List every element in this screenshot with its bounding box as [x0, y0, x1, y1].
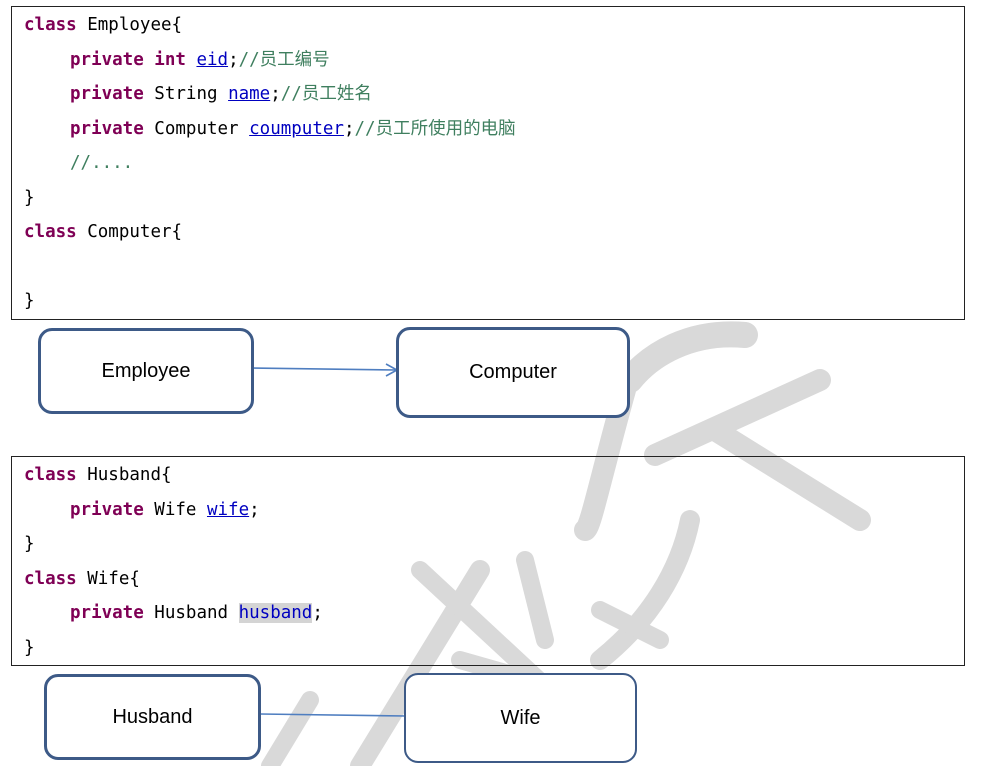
field-husband: husband	[238, 603, 313, 623]
code-line: private Husband husband;	[70, 603, 323, 623]
code-line: class Wife{	[24, 569, 140, 589]
code-block-husband-wife: class Husband{ private Wife wife; } clas…	[11, 456, 965, 666]
code-line: }	[24, 534, 35, 554]
code-line: private Wife wife;	[70, 500, 260, 520]
code-line: class Husband{	[24, 465, 172, 485]
edge-husband-wife	[259, 713, 407, 717]
code-line: }	[24, 291, 35, 311]
field-wife: wife	[206, 500, 250, 520]
code-line: }	[24, 638, 35, 658]
field-coumputer: coumputer	[249, 119, 344, 139]
node-computer: Computer	[396, 327, 630, 418]
edge-employee-computer	[252, 367, 397, 371]
code-block-employee: class Employee{ private int eid;//员工编号 p…	[11, 6, 965, 320]
field-eid: eid	[196, 50, 229, 70]
code-line: }	[24, 188, 35, 208]
code-line: private String name;//员工姓名	[70, 84, 372, 104]
code-line: private Computer coumputer;//员工所使用的电脑	[70, 119, 516, 139]
code-line: private int eid;//员工编号	[70, 50, 330, 70]
field-name: name	[228, 84, 271, 104]
code-line: //....	[70, 153, 134, 173]
code-line: class Employee{	[24, 15, 183, 35]
node-husband: Husband	[44, 674, 261, 760]
node-employee: Employee	[38, 328, 254, 414]
node-wife: Wife	[404, 673, 637, 763]
code-line: class Computer{	[24, 222, 183, 242]
